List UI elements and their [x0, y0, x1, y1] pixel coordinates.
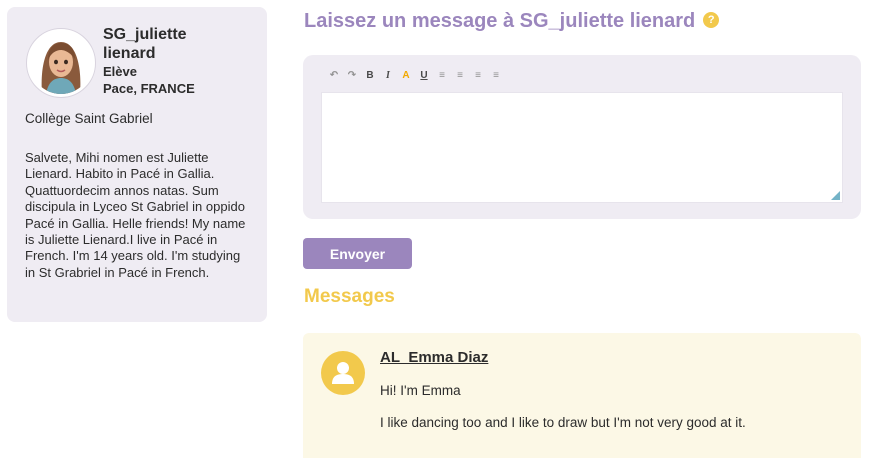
profile-identity: SG_juliette lienard Elève Pace, FRANCE: [103, 25, 213, 97]
undo-icon[interactable]: ↶: [327, 68, 341, 82]
align-justify-icon[interactable]: ≡: [489, 68, 503, 82]
profile-school: Collège Saint Gabriel: [25, 111, 153, 126]
avatar: [27, 29, 95, 97]
send-button[interactable]: Envoyer: [303, 238, 412, 269]
avatar-image: [30, 32, 92, 94]
resize-handle[interactable]: [831, 191, 840, 200]
profile-card: SG_juliette lienard Elève Pace, FRANCE C…: [7, 7, 267, 322]
align-left-icon[interactable]: ≡: [435, 68, 449, 82]
message-text: I like dancing too and I like to draw bu…: [380, 415, 746, 430]
messages-heading: Messages: [304, 286, 395, 307]
underline-icon[interactable]: U: [417, 68, 431, 82]
redo-icon[interactable]: ↷: [345, 68, 359, 82]
profile-bio: Salvete, Mihi nomen est Juliette Lienard…: [25, 150, 246, 280]
message-item: AL_Emma Diaz Hi! I'm Emma I like dancing…: [303, 333, 861, 458]
page-title: Laissez un message à SG_juliette lienard…: [304, 10, 720, 33]
message-editor: ↶ ↷ B I A U ≡ ≡ ≡ ≡: [303, 55, 861, 219]
editor-toolbar: ↶ ↷ B I A U ≡ ≡ ≡ ≡: [327, 68, 503, 82]
message-text: Hi! I'm Emma: [380, 383, 461, 398]
align-center-icon[interactable]: ≡: [453, 68, 467, 82]
profile-name: SG_juliette lienard: [103, 26, 187, 62]
profile-header: SG_juliette lienard Elève Pace, FRANCE: [25, 21, 249, 97]
align-right-icon[interactable]: ≡: [471, 68, 485, 82]
profile-role: Elève: [103, 64, 137, 79]
message-author-link[interactable]: AL_Emma Diaz: [380, 349, 488, 366]
user-icon: [321, 351, 365, 395]
page-title-text: Laissez un message à SG_juliette lienard: [304, 10, 696, 32]
help-icon[interactable]: ?: [703, 11, 720, 28]
text-color-icon[interactable]: A: [399, 68, 413, 82]
bold-icon[interactable]: B: [363, 68, 377, 82]
italic-icon[interactable]: I: [381, 68, 395, 82]
message-textarea[interactable]: [321, 92, 843, 203]
profile-location: Pace, FRANCE: [103, 81, 195, 96]
